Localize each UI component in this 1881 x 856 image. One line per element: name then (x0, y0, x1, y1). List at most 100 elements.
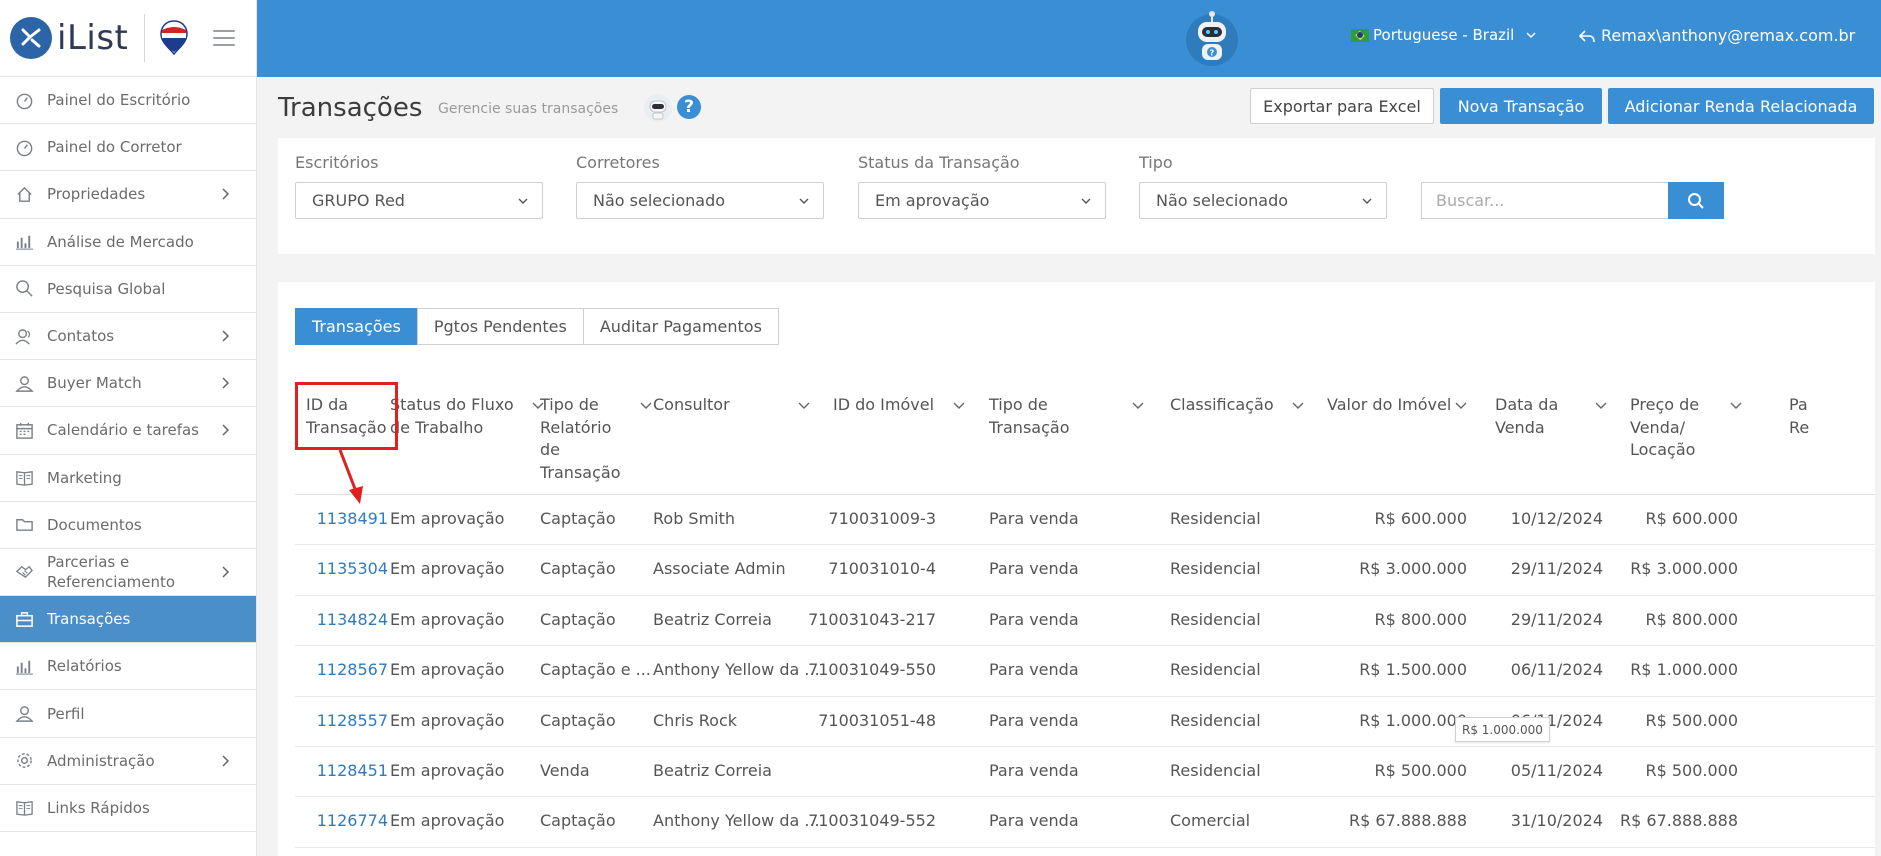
cell-report-type: Captação (540, 609, 616, 629)
cell-transaction-id[interactable]: 1138491 (317, 509, 388, 528)
search-input[interactable]: Buscar... (1421, 182, 1669, 219)
sidebar: iList Painel do Escritório Painel do Cor… (0, 0, 257, 856)
cell-property-value: R$ 3.000.000 (1359, 559, 1467, 579)
page-subtitle: Gerencie suas transações (438, 101, 619, 117)
handshake-icon (14, 562, 34, 582)
sidebar-item-painel-corretor[interactable]: Painel do Corretor (0, 124, 256, 172)
svg-text:?: ? (1210, 49, 1215, 58)
cell-sale-price: R$ 1.000.000 (1630, 660, 1738, 680)
offices-select[interactable]: GRUPO Red (295, 182, 543, 219)
menu-toggle-icon[interactable] (213, 30, 236, 46)
status-select[interactable]: Em aprovação (858, 182, 1106, 219)
cell-transaction-id[interactable]: 1135304 (317, 559, 388, 578)
chevron-right-icon (222, 755, 230, 767)
table-row[interactable]: 1128451 Em aprovação Venda Beatriz Correia P… (295, 747, 1875, 798)
col-header-property-id[interactable]: ID do Imóvel (833, 394, 965, 417)
table-row[interactable]: 1134824 Em aprovação Captação Beatriz Corre… (295, 596, 1875, 647)
cell-transaction-id[interactable]: 1126774 (317, 811, 388, 830)
cell-classificacao: Residencial (1170, 509, 1261, 528)
language-selector[interactable]: Portuguese - Brazil (1351, 26, 1536, 44)
col-header-classificacao[interactable]: Classificação (1170, 394, 1310, 417)
type-select[interactable]: Não selecionado (1139, 182, 1387, 219)
cell-sale-date: 29/11/2024 (1510, 609, 1603, 629)
user-menu[interactable]: Remax\anthony@remax.com.br (1579, 26, 1855, 45)
add-related-income-button[interactable]: Adicionar Renda Relacionada (1608, 88, 1874, 124)
sidebar-item-label: Painel do Escritório (47, 91, 191, 110)
tab-pgtos-pendentes[interactable]: Pgtos Pendentes (416, 308, 584, 345)
table-row[interactable]: 1138491 Em aprovação Captação Rob Smith 7100… (295, 495, 1875, 546)
cell-sale-date: 06/11/2024 (1510, 660, 1603, 680)
cell-transaction-id[interactable]: 1128557 (317, 711, 388, 730)
status-value: Em aprovação (875, 191, 990, 210)
cell-property-value: R$ 800.000 (1374, 609, 1467, 629)
new-transaction-button[interactable]: Nova Transação (1440, 88, 1602, 124)
sidebar-item-label: Perfil (47, 704, 85, 723)
sidebar-item-perfil[interactable]: Perfil (0, 690, 256, 738)
sidebar-item-contatos[interactable]: Contatos (0, 313, 256, 361)
chevron-down-icon (953, 402, 965, 409)
sidebar-item-buyer-match[interactable]: Buyer Match (0, 360, 256, 408)
brokers-select[interactable]: Não selecionado (576, 182, 824, 219)
cell-consultor: Associate Admin (653, 559, 786, 579)
help-icon[interactable]: ? (677, 95, 701, 119)
gear-icon (14, 751, 34, 771)
cell-transaction-id[interactable]: 1128567 (317, 660, 388, 679)
col-header-status[interactable]: Status do Fluxo de Trabalho (390, 394, 544, 439)
tabs-bar: Transações Pgtos Pendentes Auditar Pagam… (295, 308, 779, 345)
col-header-consultor[interactable]: Consultor (653, 394, 810, 417)
search-icon (14, 279, 34, 299)
cell-transaction-id[interactable]: 1134824 (317, 610, 388, 629)
sidebar-item-links-rapidos[interactable]: Links Rápidos (0, 785, 256, 832)
table-row[interactable]: 1128557 Em aprovação Captação Chris Rock 710… (295, 697, 1875, 747)
sidebar-item-documentos[interactable]: Documentos (0, 502, 256, 549)
sidebar-item-painel-escritorio[interactable]: Painel do Escritório (0, 77, 256, 125)
col-header-sale-price[interactable]: Preço de Venda/ Locação (1630, 394, 1750, 462)
sidebar-item-label: Buyer Match (47, 374, 142, 393)
cell-transaction-id[interactable]: 1128451 (317, 761, 388, 780)
user-icon (14, 704, 34, 724)
cell-classificacao: Residencial (1170, 660, 1261, 680)
sidebar-item-analise-mercado[interactable]: Análise de Mercado (0, 219, 256, 266)
cell-report-type: Captação (540, 509, 616, 528)
export-excel-button[interactable]: Exportar para Excel (1250, 88, 1434, 124)
col-header-transaction-type[interactable]: Tipo de Transação (989, 394, 1144, 439)
cell-property-id: 710031009-3 (828, 509, 936, 528)
tab-auditar-pagamentos[interactable]: Auditar Pagamentos (582, 308, 779, 345)
table-row[interactable]: 1126774 Em aprovação Captação Anthony Yello… (295, 797, 1875, 848)
cell-report-type: Captação e ... (540, 660, 651, 680)
col-header-label: Preço de Venda/ Locação (1630, 395, 1700, 459)
sidebar-item-relatorios[interactable]: Relatórios (0, 643, 256, 691)
brand-divider (144, 14, 146, 62)
table-header: ID da Transação Status do Fluxo de Traba… (295, 378, 1875, 495)
sidebar-item-label: Contatos (47, 327, 115, 346)
cell-transaction-type: Para venda (989, 811, 1079, 831)
col-header-report-type[interactable]: Tipo de Relatório de Transação (540, 394, 652, 484)
page-title: Transações (278, 93, 423, 123)
sidebar-item-transacoes[interactable]: Transações (0, 596, 256, 644)
cell-status: Em aprovação (390, 509, 505, 528)
table-row[interactable]: 1128567 Em aprovação Captação e ... Anthony… (295, 646, 1875, 697)
sidebar-item-administracao[interactable]: Administração (0, 738, 256, 785)
sidebar-item-propriedades[interactable]: Propriedades (0, 171, 256, 219)
robot-assistant-icon[interactable]: ? (1183, 8, 1241, 68)
bar-chart-icon (14, 656, 34, 676)
cell-sale-price: R$ 67.888.888 (1620, 811, 1738, 831)
cell-classificacao: Residencial (1170, 609, 1261, 629)
col-header-property-value[interactable]: Valor do Imóvel (1327, 394, 1467, 417)
search-button[interactable] (1668, 182, 1724, 219)
robot-help-icon[interactable] (643, 93, 673, 123)
chevron-down-icon (799, 198, 809, 204)
calendar-icon (14, 420, 34, 440)
cell-property-value: R$ 1.000.000 (1359, 710, 1467, 730)
sidebar-item-parcerias[interactable]: Parcerias e Referenciamento (0, 549, 256, 597)
cell-consultor: Chris Rock (653, 710, 738, 730)
tab-transacoes[interactable]: Transações (295, 308, 418, 345)
sidebar-item-marketing[interactable]: Marketing (0, 455, 256, 502)
col-header-partial[interactable]: Pa Re (1789, 394, 1819, 439)
cell-classificacao: Residencial (1170, 760, 1261, 780)
col-header-sale-date[interactable]: Data da Venda (1495, 394, 1615, 439)
sidebar-item-calendario[interactable]: Calendário e tarefas (0, 407, 256, 455)
table-row[interactable]: 1135304 Em aprovação Captação Associate Adm… (295, 545, 1875, 596)
sidebar-item-pesquisa-global[interactable]: Pesquisa Global (0, 266, 256, 313)
cell-status: Em aprovação (390, 811, 505, 831)
